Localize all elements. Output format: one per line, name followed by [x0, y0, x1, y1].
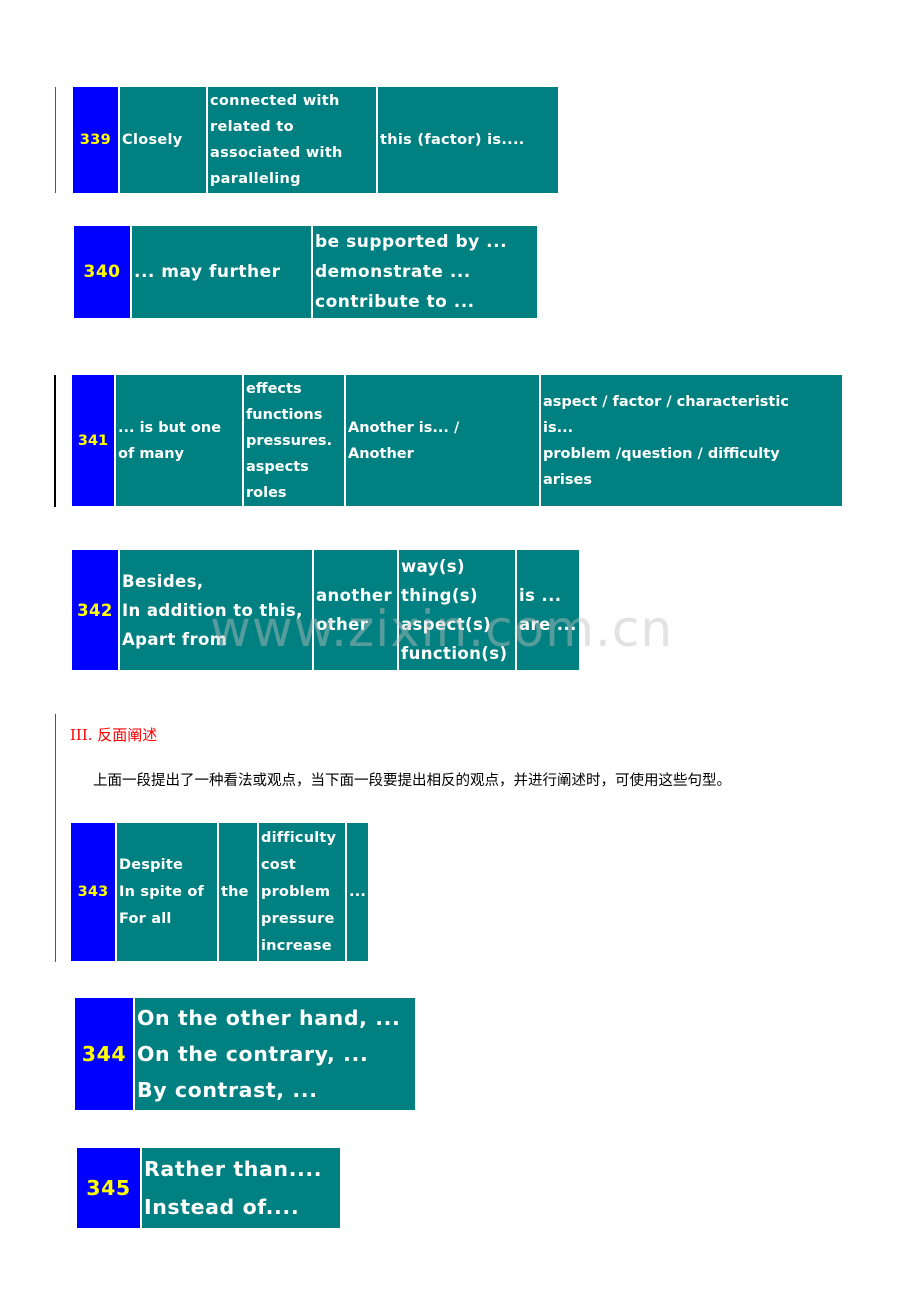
phrase-cell: Rather than.... Instead of....	[142, 1148, 340, 1228]
phrase-cell: ...	[347, 823, 369, 961]
margin-rule	[55, 87, 56, 193]
phrase-number: 345	[77, 1148, 140, 1228]
phrase-line: On the other hand, ...	[137, 1006, 401, 1030]
phrase-line: problem /question / difficulty	[543, 445, 780, 462]
phrase-line: ... may further	[134, 262, 281, 282]
phrase-line: Another is... /	[348, 419, 460, 436]
phrase-line: thing(s)	[401, 586, 478, 605]
phrase-line: Besides,	[122, 571, 204, 591]
phrase-cell: be supported by ... demonstrate ... cont…	[313, 226, 537, 318]
phrase-line: another	[316, 586, 392, 605]
phrase-line: roles	[246, 484, 287, 501]
phrase-cell: effects functions pressures. aspects rol…	[244, 375, 344, 506]
phrase-line: aspect / factor / characteristic	[543, 393, 789, 410]
phrase-table-343: 343 Despite In spite of For all the diff…	[69, 823, 370, 961]
margin-rule	[55, 714, 56, 962]
phrase-cell: Besides, In addition to this, Apart from	[120, 550, 312, 670]
phrase-line: function(s)	[401, 644, 508, 663]
phrase-line: Closely	[122, 132, 183, 148]
phrase-line: arises	[543, 471, 593, 488]
phrase-cell: another other	[314, 550, 397, 670]
phrase-line: aspects	[246, 458, 309, 475]
phrase-line: functions	[246, 406, 323, 423]
section-intro: 上面一段提出了一种看法或观点，当下面一段要提出相反的观点，并进行阐述时，可使用这…	[93, 773, 731, 789]
phrase-line: Despite	[119, 856, 184, 873]
phrase-line: be supported by ...	[315, 232, 508, 252]
phrase-cell: the	[219, 823, 257, 961]
phrase-line: is ...	[519, 586, 562, 605]
phrase-cell: Despite In spite of For all	[117, 823, 217, 961]
phrase-number: 342	[72, 550, 118, 670]
phrase-line: increase	[261, 937, 332, 954]
phrase-line: related to	[210, 119, 294, 135]
phrase-line: associated with	[210, 145, 343, 161]
phrase-line: the	[221, 883, 249, 900]
phrase-line: Apart from	[122, 629, 228, 649]
phrase-line: pressure	[261, 910, 335, 927]
phrase-line: demonstrate ...	[315, 262, 471, 282]
phrase-number: 343	[71, 823, 115, 961]
phrase-number: 344	[75, 998, 133, 1110]
phrase-line: way(s)	[401, 557, 465, 576]
phrase-line: ...	[349, 883, 367, 900]
phrase-line: problem	[261, 883, 331, 900]
phrase-line: For all	[119, 910, 172, 927]
phrase-line: pressures.	[246, 432, 333, 449]
phrase-line: contribute to ...	[315, 292, 475, 312]
phrase-table-344: 344 On the other hand, ... On the contra…	[73, 998, 417, 1110]
phrase-line: cost	[261, 856, 296, 873]
phrase-line: On the contrary, ...	[137, 1042, 369, 1066]
phrase-cell: this (factor) is....	[378, 87, 558, 193]
phrase-line: In addition to this,	[122, 600, 303, 620]
phrase-line: aspect(s)	[401, 615, 492, 634]
phrase-table-340: 340 ... may further be supported by ... …	[72, 226, 539, 318]
phrase-cell: aspect / factor / characteristic is... p…	[541, 375, 842, 506]
phrase-cell: Another is... / Another	[346, 375, 539, 506]
phrase-line: connected with	[210, 93, 340, 109]
section-heading: III. 反面阐述	[70, 726, 158, 744]
phrase-line: By contrast, ...	[137, 1078, 318, 1102]
phrase-line: Another	[348, 445, 414, 462]
phrase-line: paralleling	[210, 171, 301, 187]
phrase-cell: difficulty cost problem pressure increas…	[259, 823, 345, 961]
phrase-cell: Closely	[120, 87, 206, 193]
phrase-line: difficulty	[261, 829, 337, 846]
phrase-number: 341	[72, 375, 114, 506]
phrase-cell: ... may further	[132, 226, 311, 318]
phrase-line: of many	[118, 445, 184, 462]
phrase-line: this (factor) is....	[380, 132, 525, 148]
phrase-line: Rather than....	[144, 1157, 323, 1181]
phrase-line: effects	[246, 380, 302, 397]
phrase-line: other	[316, 615, 369, 634]
phrase-line: are ...	[519, 615, 577, 634]
margin-rule	[54, 375, 56, 507]
phrase-cell: ... is but one of many	[116, 375, 242, 506]
phrase-cell: connected with related to associated wit…	[208, 87, 376, 193]
phrase-number: 340	[74, 226, 130, 318]
phrase-line: Instead of....	[144, 1195, 300, 1219]
phrase-table-342: 342 Besides, In addition to this, Apart …	[70, 550, 581, 670]
phrase-cell: way(s) thing(s) aspect(s) function(s)	[399, 550, 515, 670]
phrase-line: is...	[543, 419, 574, 436]
phrase-table-341: 341 ... is but one of many effects funct…	[70, 375, 844, 506]
phrase-number: 339	[73, 87, 118, 193]
phrase-table-339: 339 Closely connected with related to as…	[71, 87, 560, 193]
phrase-line: In spite of	[119, 883, 205, 900]
phrase-line: ... is but one	[118, 419, 222, 436]
phrase-cell: On the other hand, ... On the contrary, …	[135, 998, 415, 1110]
phrase-table-345: 345 Rather than.... Instead of....	[75, 1148, 342, 1228]
phrase-cell: is ... are ...	[517, 550, 579, 670]
